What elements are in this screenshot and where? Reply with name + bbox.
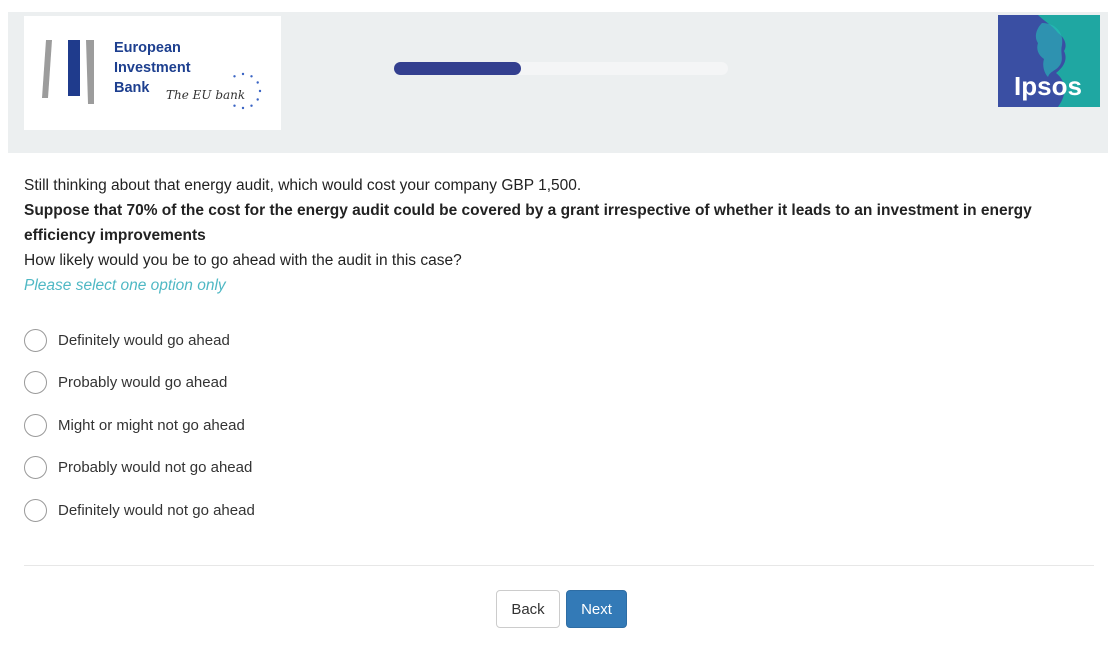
- next-button[interactable]: Next: [566, 590, 627, 628]
- answer-option-definitely-yes[interactable]: Definitely would go ahead: [24, 329, 624, 371]
- option-label: Definitely would not go ahead: [58, 501, 255, 519]
- option-label: Probably would not go ahead: [58, 459, 253, 477]
- survey-header: European Investment Bank The EU bank Ips…: [8, 12, 1108, 153]
- ipsos-logo-text: Ipsos: [1014, 71, 1082, 101]
- answer-option-probably-yes[interactable]: Probably would go ahead: [24, 371, 624, 413]
- question-emphasis: Suppose that 70% of the cost for the ene…: [24, 202, 1032, 244]
- option-label: Might or might not go ahead: [58, 416, 245, 434]
- radio-button[interactable]: [24, 413, 47, 437]
- option-label: Probably would go ahead: [58, 374, 228, 392]
- progress-bar-fill: [394, 62, 521, 75]
- eib-bars-icon: [42, 40, 94, 104]
- eib-name-line2: Investment: [114, 60, 191, 76]
- radio-button[interactable]: [24, 498, 47, 522]
- divider: [24, 565, 1094, 566]
- question-intro: Still thinking about that energy audit, …: [24, 177, 582, 194]
- radio-button[interactable]: [24, 456, 47, 480]
- eib-logo: European Investment Bank The EU bank: [24, 16, 281, 130]
- answer-option-might-or-might-not[interactable]: Might or might not go ahead: [24, 413, 624, 456]
- answer-options: Definitely would go ahead Probably would…: [24, 329, 624, 541]
- radio-button[interactable]: [24, 371, 47, 395]
- radio-button[interactable]: [24, 329, 47, 352]
- eu-stars-icon: [233, 72, 262, 110]
- progress-bar: [394, 62, 728, 75]
- eib-name-line1: European: [114, 40, 181, 56]
- ipsos-logo: Ipsos: [998, 15, 1100, 107]
- question-prompt: How likely would you be to go ahead with…: [24, 252, 462, 269]
- option-label: Definitely would go ahead: [58, 332, 230, 349]
- answer-option-definitely-not[interactable]: Definitely would not go ahead: [24, 498, 624, 541]
- answer-option-probably-not[interactable]: Probably would not go ahead: [24, 456, 624, 498]
- question-instruction: Please select one option only: [24, 277, 226, 294]
- question-block: Still thinking about that energy audit, …: [24, 173, 1094, 298]
- back-button[interactable]: Back: [496, 590, 560, 628]
